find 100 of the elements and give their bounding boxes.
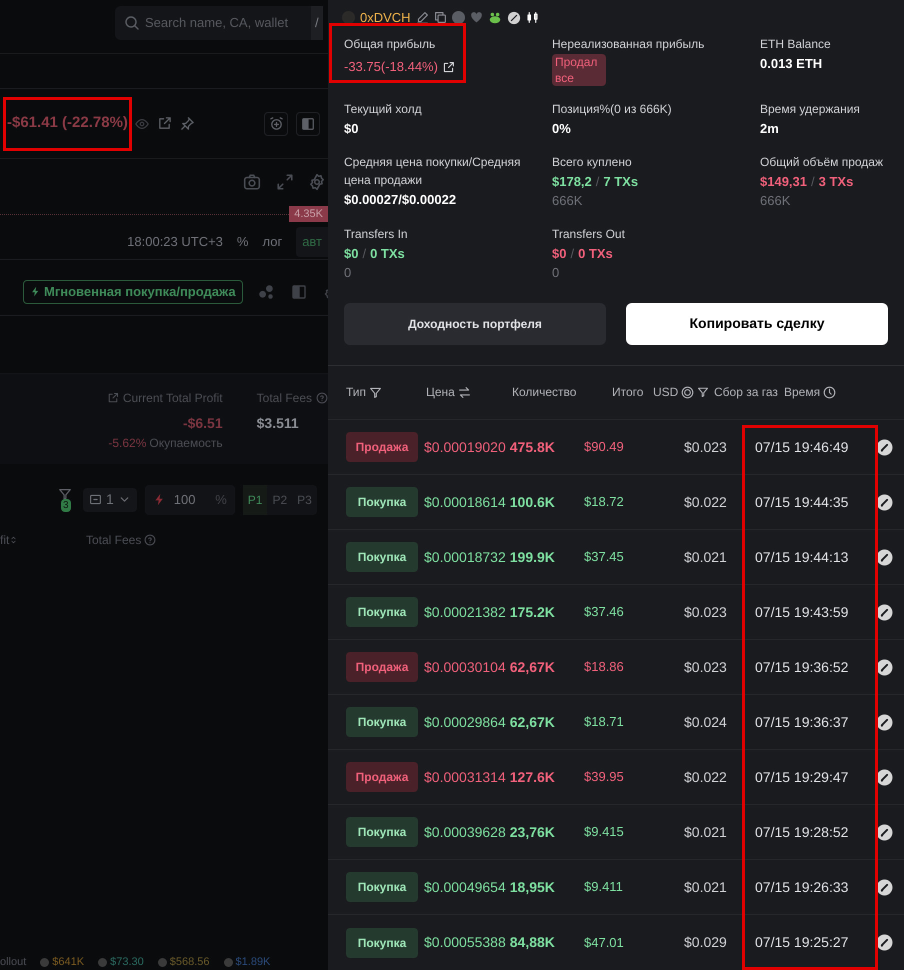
- stat-value: 7 TXs: [603, 172, 638, 191]
- table-cell-text: $37.46: [584, 603, 625, 622]
- avatar: [342, 11, 355, 24]
- amount-field[interactable]: 100 %: [144, 484, 235, 514]
- column-header: Тип: [346, 384, 366, 402]
- stat-value: 0 TXs: [370, 244, 405, 263]
- table-cell-text: 07/15 19:44:13: [754, 548, 850, 566]
- price-label: 4.35K: [289, 206, 328, 222]
- instant-trade-button[interactable]: Мгновенная покупка/продажа: [23, 280, 243, 304]
- column-header: fit: [0, 532, 10, 548]
- stat-label: Transfers Out: [552, 226, 626, 243]
- table-cell-text: $0.029: [684, 933, 728, 952]
- scale-button[interactable]: авт: [296, 226, 328, 256]
- link-icon[interactable]: [876, 494, 893, 510]
- folder-icon: [89, 493, 102, 506]
- ticker-label: ollout: [0, 954, 26, 970]
- filter-icon[interactable]: [369, 386, 382, 399]
- slash-separator: /: [596, 172, 600, 191]
- column-header: Total Fees: [86, 532, 142, 548]
- column-header: Цена: [426, 384, 455, 402]
- table-cell-text: 475.8K: [510, 438, 555, 456]
- link-icon[interactable]: [876, 878, 893, 896]
- table-cell-text: $18.86: [584, 658, 625, 676]
- scale-button[interactable]: лог: [262, 232, 282, 252]
- edit-icon[interactable]: [416, 11, 429, 24]
- table-cell-text: $39.95: [584, 768, 625, 786]
- table-cell-text: $0.022: [684, 768, 728, 786]
- link-icon[interactable]: [876, 658, 893, 676]
- summary-value: -$6.51: [182, 414, 223, 433]
- coin-icon: [98, 958, 108, 966]
- type-badge: Покупка: [346, 597, 418, 627]
- preset-tab[interactable]: P3: [292, 484, 317, 514]
- stat-label: Transfers In: [344, 226, 409, 243]
- pin-icon[interactable]: [180, 116, 195, 131]
- table-cell-text: $0.024: [684, 712, 728, 732]
- table-cell-text: $0.022: [684, 492, 728, 512]
- search-field[interactable]: Search name, CA, wallet: [115, 6, 311, 40]
- stat-subvalue: 0: [344, 264, 352, 282]
- status-badge: Продал все: [552, 54, 606, 86]
- heart-icon[interactable]: [470, 11, 483, 24]
- table-cell-text: 07/15 19:36:52: [754, 658, 850, 676]
- stat-value: $149,31: [760, 172, 807, 191]
- ticker-price: $641K: [52, 954, 84, 970]
- roi-label: Окупаемость: [149, 435, 223, 452]
- coin-icon: [224, 958, 233, 966]
- table-cell-text: 07/15 19:44:35: [754, 492, 850, 512]
- link-icon[interactable]: [876, 438, 893, 456]
- table-cell-text: $0.023: [684, 658, 728, 676]
- wallet-name: 0xDVCH: [360, 8, 411, 27]
- stat-label: Позиция%(0 из 666K): [552, 101, 673, 118]
- table-cell-text: 07/15 19:28:52: [754, 822, 850, 842]
- link-icon[interactable]: [876, 824, 893, 840]
- swap-icon[interactable]: [458, 386, 471, 399]
- type-badge: Продажа: [346, 432, 418, 462]
- ticker-price: $1.89K: [236, 954, 270, 970]
- stat-value: 3 TXs: [818, 172, 854, 191]
- type-badge: Покупка: [346, 872, 418, 902]
- copy-icon[interactable]: [434, 11, 447, 24]
- link-icon[interactable]: [876, 548, 893, 566]
- unit-label: %: [215, 490, 227, 509]
- table-cell-text: $0.00021382: [424, 602, 506, 622]
- wallet-dropdown[interactable]: 1: [83, 488, 137, 512]
- stat-subvalue: 0: [552, 264, 560, 282]
- table-cell-text: 18,95K: [510, 878, 555, 896]
- table-cell-text: $0.00049654: [424, 878, 506, 896]
- link-icon[interactable]: [876, 604, 893, 620]
- table-cell-text: $9.415: [584, 823, 625, 842]
- table-cell-text: $0.021: [684, 548, 728, 566]
- copy-trade-button[interactable]: Копировать сделку: [626, 302, 888, 345]
- scale-button[interactable]: %: [236, 232, 248, 252]
- ticker-price: $568.56: [170, 954, 210, 970]
- preset-tab[interactable]: P1: [242, 484, 268, 514]
- stat-label: Всего куплено: [552, 154, 633, 171]
- alarm-button[interactable]: [264, 112, 288, 136]
- dots-icon[interactable]: [256, 282, 275, 300]
- stat-label: Текущий холд: [344, 101, 423, 118]
- preset-tab[interactable]: P2: [267, 484, 292, 514]
- link-icon[interactable]: [876, 768, 893, 786]
- layout-button[interactable]: [296, 112, 320, 136]
- slash-separator: /: [570, 244, 574, 263]
- table-cell-text: 100.6K: [510, 492, 555, 512]
- link-icon[interactable]: [506, 10, 521, 25]
- amount-value: 100: [174, 490, 196, 509]
- link-icon[interactable]: [876, 934, 893, 951]
- table-cell-text: $0.00055388: [424, 933, 506, 952]
- coin-icon: [158, 958, 167, 966]
- clock-icon[interactable]: [823, 386, 836, 399]
- frog-icon[interactable]: [488, 10, 502, 25]
- summary-label: Total Fees: [256, 390, 312, 407]
- external-link-icon[interactable]: [442, 60, 455, 74]
- table-cell-text: 127.6K: [510, 768, 555, 786]
- candles-icon[interactable]: [526, 11, 539, 24]
- link-icon[interactable]: [876, 714, 893, 730]
- coin-icon[interactable]: [681, 386, 694, 399]
- stat-label: Нереализованная прибыль: [552, 36, 706, 54]
- filter-icon[interactable]: [57, 486, 73, 500]
- portfolio-button[interactable]: Доходность портфеля: [344, 302, 606, 345]
- table-cell-text: $0.00030104: [424, 658, 506, 676]
- table-cell-text: $0.00029864: [424, 712, 506, 732]
- filter-icon[interactable]: [697, 386, 710, 398]
